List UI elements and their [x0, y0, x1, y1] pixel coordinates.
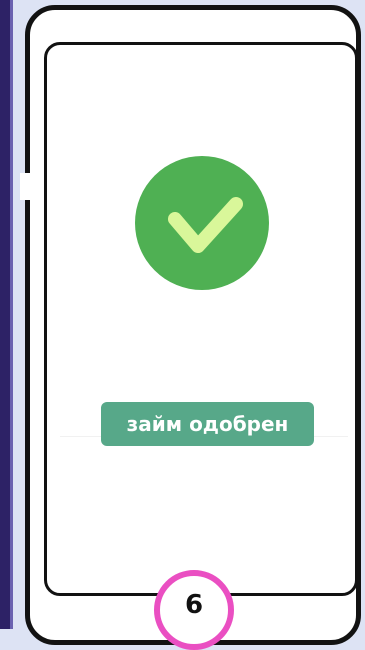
- step-number: 6: [184, 590, 204, 620]
- left-edge-bar: [0, 0, 13, 629]
- approval-circle: [135, 156, 269, 290]
- loan-approved-badge: займ одобрен: [101, 402, 314, 446]
- check-icon: [168, 197, 243, 253]
- phone-side-button: [20, 173, 32, 200]
- phone-screen: [44, 42, 358, 596]
- step-marker: 6: [154, 570, 234, 650]
